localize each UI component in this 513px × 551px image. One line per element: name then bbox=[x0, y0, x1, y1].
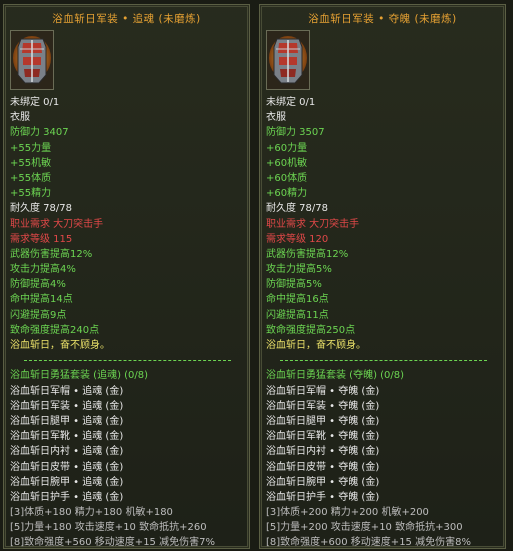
set-item: 浴血斩日护手 • 夺魄 (金) bbox=[266, 491, 380, 503]
set-item: 浴血斩日军装 • 夺魄 (金) bbox=[266, 400, 380, 412]
set-item: 浴血斩日腕甲 • 夺魄 (金) bbox=[266, 476, 380, 488]
set-item: 浴血斩日军靴 • 夺魄 (金) bbox=[266, 431, 380, 443]
bonus-line: 致命强度提高240点 bbox=[10, 324, 100, 336]
level-requirement: 需求等级 120 bbox=[266, 233, 329, 245]
set-bonus: [5]力量+180 攻击速度+10 致命抵抗+260 bbox=[10, 522, 207, 534]
item-title: 浴血斩日军装 • 夺魄 (未磨炼) bbox=[308, 13, 457, 25]
bonus-line: 攻击力提高5% bbox=[266, 264, 332, 276]
armor-icon bbox=[267, 31, 309, 89]
stat-line: +55体质 bbox=[10, 172, 52, 184]
item-tooltip-left: 浴血斩日军装 • 追魂 (未磨炼) 未绑定 0/1 衣服 防御力 3407 +5… bbox=[3, 4, 250, 549]
item-type: 衣服 bbox=[10, 112, 30, 124]
bonus-line: 致命强度提高250点 bbox=[266, 324, 356, 336]
job-requirement: 职业需求 大刀突击手 bbox=[10, 218, 104, 230]
bonus-line: 防御提高4% bbox=[10, 279, 66, 291]
set-bonus: [5]力量+200 攻击速度+10 致命抵抗+300 bbox=[266, 522, 463, 534]
set-item: 浴血斩日军帽 • 追魂 (金) bbox=[10, 385, 124, 397]
set-item: 浴血斩日腿甲 • 追魂 (金) bbox=[10, 415, 124, 427]
job-requirement: 职业需求 大刀突击手 bbox=[266, 218, 360, 230]
set-item: 浴血斩日腿甲 • 夺魄 (金) bbox=[266, 415, 380, 427]
set-bonus: [3]体质+180 精力+180 机敏+180 bbox=[10, 507, 173, 519]
stat-line: +60精力 bbox=[266, 188, 308, 200]
binding-status: 未绑定 0/1 bbox=[10, 97, 60, 108]
item-tooltip-right: 浴血斩日军装 • 夺魄 (未磨炼) 未绑定 0/1 衣服 防御力 3507 +6… bbox=[259, 4, 506, 549]
item-attributes: 未绑定 0/1 衣服 防御力 3407 +55力量 +55机敏 +55体质 +5… bbox=[10, 95, 245, 549]
stat-line: +55机敏 bbox=[10, 157, 52, 169]
bonus-line: 命中提高14点 bbox=[10, 294, 73, 306]
item-icon-slot bbox=[10, 30, 54, 90]
durability: 耐久度 78/78 bbox=[10, 203, 72, 215]
divider bbox=[10, 353, 245, 368]
item-attributes: 未绑定 0/1 衣服 防御力 3507 +60力量 +60机敏 +60体质 +6… bbox=[266, 95, 501, 549]
bonus-line: 防御提高5% bbox=[266, 279, 322, 291]
set-item: 浴血斩日军装 • 追魂 (金) bbox=[10, 400, 124, 412]
durability: 耐久度 78/78 bbox=[266, 203, 328, 215]
set-bonus: [8]致命强度+600 移动速度+15 减免伤害8% bbox=[266, 537, 471, 549]
defense-value: 防御力 3407 bbox=[10, 127, 69, 139]
set-item: 浴血斩日腕甲 • 追魂 (金) bbox=[10, 476, 124, 488]
set-bonus: [3]体质+200 精力+200 机敏+200 bbox=[266, 507, 429, 519]
armor-icon bbox=[11, 31, 53, 89]
divider bbox=[266, 353, 501, 368]
item-icon-slot bbox=[266, 30, 310, 90]
set-item: 浴血斩日军靴 • 追魂 (金) bbox=[10, 431, 124, 443]
stat-line: +60力量 bbox=[266, 142, 308, 154]
set-item: 浴血斩日内衬 • 追魂 (金) bbox=[10, 446, 124, 458]
set-title: 浴血斩日勇猛套装 (夺魄) (0/8) bbox=[266, 370, 405, 382]
bonus-line: 武器伤害提高12% bbox=[266, 248, 349, 260]
level-requirement: 需求等级 115 bbox=[10, 233, 73, 245]
stat-line: +60体质 bbox=[266, 172, 308, 184]
bonus-line: 武器伤害提高12% bbox=[10, 248, 93, 260]
bonus-line: 命中提高16点 bbox=[266, 294, 329, 306]
bonus-line: 闪避提高9点 bbox=[10, 309, 67, 321]
set-item: 浴血斩日内衬 • 夺魄 (金) bbox=[266, 446, 380, 458]
bonus-line: 闪避提高11点 bbox=[266, 309, 329, 321]
stat-line: +55力量 bbox=[10, 142, 52, 154]
set-item: 浴血斩日军帽 • 夺魄 (金) bbox=[266, 385, 380, 397]
item-quote: 浴血斩日，奋不顾身。 bbox=[266, 340, 366, 351]
set-bonus: [8]致命强度+560 移动速度+15 减免伤害7% bbox=[10, 537, 215, 549]
stat-line: +60机敏 bbox=[266, 157, 308, 169]
item-title: 浴血斩日军装 • 追魂 (未磨炼) bbox=[52, 13, 201, 25]
stat-line: +55精力 bbox=[10, 188, 52, 200]
defense-value: 防御力 3507 bbox=[266, 127, 325, 139]
item-quote: 浴血斩日，奋不顾身。 bbox=[10, 340, 110, 351]
item-type: 衣服 bbox=[266, 112, 286, 124]
set-item: 浴血斩日皮带 • 夺魄 (金) bbox=[266, 461, 380, 473]
binding-status: 未绑定 0/1 bbox=[266, 97, 316, 108]
set-item: 浴血斩日护手 • 追魂 (金) bbox=[10, 491, 124, 503]
set-item: 浴血斩日皮带 • 追魂 (金) bbox=[10, 461, 124, 473]
bonus-line: 攻击力提高4% bbox=[10, 264, 76, 276]
set-title: 浴血斩日勇猛套装 (追魂) (0/8) bbox=[10, 370, 149, 382]
